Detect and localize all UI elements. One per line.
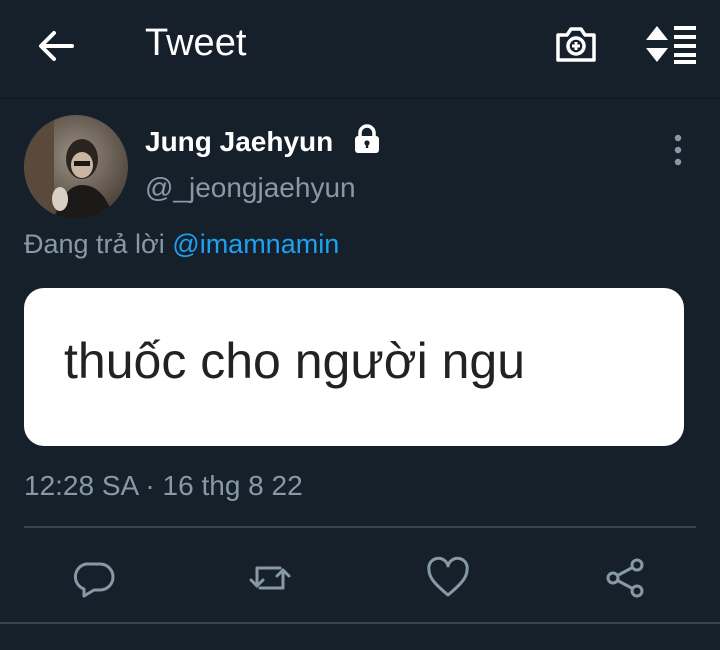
author-handle[interactable]: @_jeongjaehyun — [145, 172, 356, 204]
divider — [24, 526, 696, 528]
top-app-bar: Tweet — [0, 0, 720, 99]
divider — [0, 622, 720, 624]
tweet-actions — [0, 548, 720, 608]
more-options-icon[interactable] — [668, 134, 688, 166]
author-name[interactable]: Jung Jaehyun — [145, 126, 333, 158]
page-title: Tweet — [145, 22, 247, 64]
sort-icon[interactable] — [645, 24, 697, 64]
lock-icon — [355, 124, 379, 153]
reply-mention-link[interactable]: @imamnamin — [172, 229, 339, 259]
tweet-image-text: thuốc cho người ngu — [64, 333, 526, 389]
tweet-image[interactable]: thuốc cho người ngu — [24, 288, 684, 446]
camera-add-icon[interactable] — [554, 24, 598, 64]
share-icon[interactable] — [604, 556, 648, 600]
back-arrow-icon[interactable] — [36, 26, 76, 66]
like-icon[interactable] — [426, 556, 470, 600]
retweet-icon[interactable] — [248, 556, 292, 600]
replying-to: Đang trả lời @imamnamin — [24, 229, 339, 260]
tweet-timestamp: 12:28 SA · 16 thg 8 22 — [24, 470, 303, 501]
avatar[interactable] — [24, 115, 128, 219]
reply-prefix: Đang trả lời — [24, 229, 165, 259]
reply-icon[interactable] — [72, 556, 116, 600]
